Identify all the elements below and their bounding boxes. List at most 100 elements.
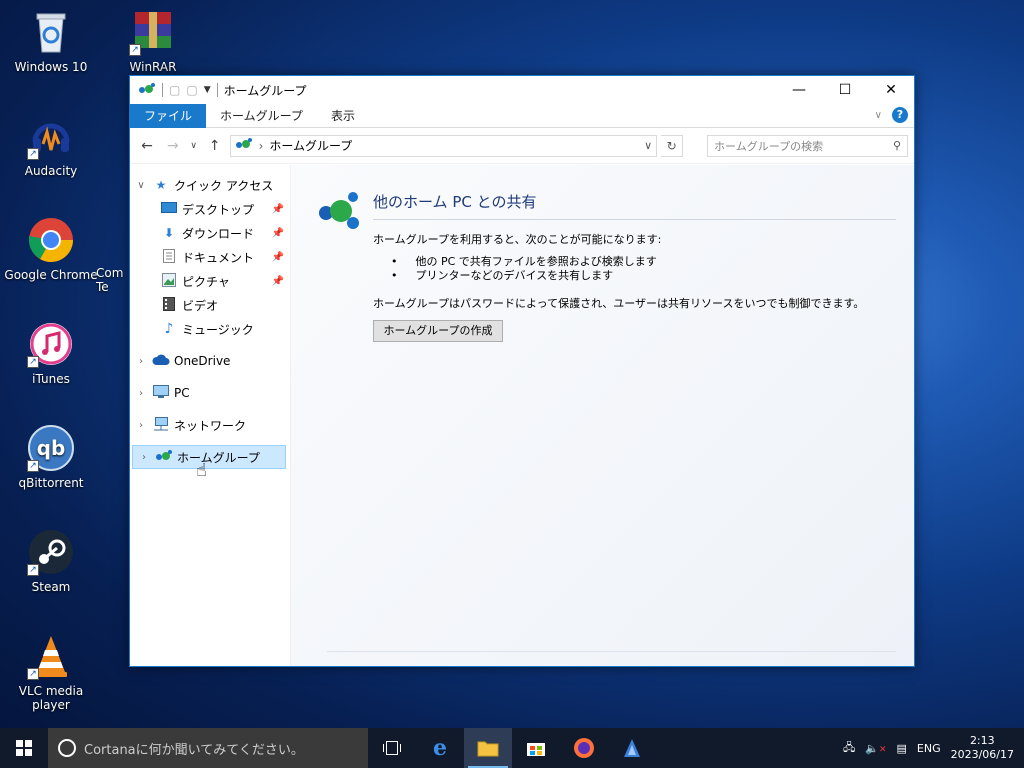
firefox-icon[interactable] xyxy=(560,728,608,768)
desktop-icon-qbittorrent[interactable]: qb ↗ qBittorrent xyxy=(1,424,101,490)
desktop-icon-windows10[interactable]: Windows 10 xyxy=(1,8,101,74)
forward-button[interactable]: → xyxy=(162,138,184,154)
desktop-icon-chrome[interactable]: Google Chrome xyxy=(1,216,101,282)
address-bar[interactable]: › ホームグループ ∨ xyxy=(229,134,658,157)
create-homegroup-button[interactable]: ホームグループの作成 xyxy=(373,320,503,342)
recent-locations-button[interactable]: ∨ xyxy=(188,141,200,151)
desktop-icon-partial[interactable]: Com Te xyxy=(96,266,132,294)
tab-file[interactable]: ファイル xyxy=(130,103,207,128)
document-icon xyxy=(160,248,178,266)
chevron-right-icon[interactable]: › xyxy=(130,388,152,399)
maximize-button[interactable]: ☐ xyxy=(822,76,868,104)
network-status-icon[interactable]: 🖧 xyxy=(843,739,855,758)
desktop-icon-label: WinRAR xyxy=(129,60,177,74)
divider xyxy=(327,651,896,652)
chevron-right-icon[interactable]: › xyxy=(259,139,264,153)
up-button[interactable]: ↑ xyxy=(204,138,226,154)
desktop-icon-label: Windows 10 xyxy=(14,60,88,74)
tab-view[interactable]: 表示 xyxy=(317,104,369,128)
time-text: 2:13 xyxy=(969,734,995,747)
windows-logo-icon xyxy=(16,740,32,756)
feature-list: • 他の PC で共有ファイルを参照および検索します • プリンターなどのデバイスを… xyxy=(391,255,657,283)
close-button[interactable]: ✕ xyxy=(868,76,914,104)
picture-icon xyxy=(160,272,178,290)
search-placeholder: ホームグループの検索 xyxy=(714,139,824,153)
sidebar-item-videos[interactable]: ビデオ xyxy=(130,293,290,317)
help-icon[interactable]: ? xyxy=(892,107,908,123)
desktop-icon-label: qBittorrent xyxy=(18,476,84,490)
homegroup-icon xyxy=(235,137,253,154)
desktop-icon-itunes[interactable]: ↗ iTunes xyxy=(1,320,101,386)
app-icon[interactable] xyxy=(608,728,656,768)
description-text: ホームグループを利用すると、次のことが可能になります: xyxy=(373,233,662,246)
desktop-folder-icon xyxy=(160,201,178,217)
sidebar-item-music[interactable]: ♪ ミュージック xyxy=(130,317,290,341)
back-button[interactable]: ← xyxy=(136,138,158,154)
hand-cursor-icon: ☝ xyxy=(196,460,207,481)
security-note: ホームグループはパスワードによって保護され、ユーザーは共有リソースをいつでも制御… xyxy=(373,297,865,310)
volume-muted-icon[interactable]: 🔈✕ xyxy=(865,742,886,755)
task-view-button[interactable] xyxy=(368,728,416,768)
sidebar-item-network[interactable]: › ネットワーク xyxy=(130,413,290,437)
edge-icon[interactable]: e xyxy=(416,728,464,768)
pin-icon: 📌 xyxy=(271,251,284,263)
address-path[interactable]: ホームグループ xyxy=(269,137,352,154)
sidebar-item-pictures[interactable]: ピクチャ 📌 xyxy=(130,269,290,293)
sidebar-item-label: ビデオ xyxy=(182,298,219,313)
sidebar-item-downloads[interactable]: ⬇ ダウンロード 📌 xyxy=(130,221,290,245)
title-bar[interactable]: ▢ ▢ ▼ ホームグループ — ☐ ✕ xyxy=(130,76,914,104)
desktop-icon-winrar[interactable]: ↗ WinRAR xyxy=(103,8,203,74)
customize-toolbar-icon[interactable]: ▼ xyxy=(204,85,211,95)
clock[interactable]: 2:13 2023/06/17 xyxy=(951,734,1014,762)
start-button[interactable] xyxy=(0,728,48,768)
desktop-icon-steam[interactable]: ↗ Steam xyxy=(1,528,101,594)
desktop-icon-vlc[interactable]: ↗ VLC media player xyxy=(1,632,101,712)
cortana-search-box[interactable]: Cortanaに何か聞いてみてください。 xyxy=(48,728,368,768)
quick-access-toolbar: ▢ ▢ ▼ xyxy=(130,82,218,99)
chevron-right-icon[interactable]: › xyxy=(130,420,152,431)
sidebar-item-documents[interactable]: ドキュメント 📌 xyxy=(130,245,290,269)
minimize-button[interactable]: — xyxy=(776,76,822,104)
new-folder-icon[interactable]: ▢ xyxy=(186,83,197,97)
chevron-down-icon[interactable]: ∨ xyxy=(644,139,652,152)
desktop-icon-audacity[interactable]: ↗ Audacity xyxy=(1,112,101,178)
store-icon[interactable] xyxy=(512,728,560,768)
search-icon: ⚲ xyxy=(892,139,901,152)
date-text: 2023/06/17 xyxy=(950,748,1014,761)
expand-ribbon-icon[interactable]: ∨ xyxy=(875,110,882,121)
properties-icon[interactable]: ▢ xyxy=(169,83,180,97)
chevron-right-icon[interactable]: › xyxy=(133,452,155,463)
window-title: ホームグループ xyxy=(223,83,307,98)
svg-text:qb: qb xyxy=(37,436,66,460)
sidebar-item-desktop[interactable]: デスクトップ 📌 xyxy=(130,197,290,221)
cortana-circle-icon xyxy=(58,739,76,757)
language-indicator[interactable]: ENG xyxy=(917,742,941,755)
vlc-icon: ↗ xyxy=(27,632,75,680)
sidebar-item-pc[interactable]: › PC xyxy=(130,381,290,405)
page-title: 他のホーム PC との共有 xyxy=(373,193,537,211)
desktop-icon-label: Com Te xyxy=(96,266,124,294)
search-input[interactable]: ホームグループの検索 ⚲ xyxy=(707,134,908,157)
itunes-icon: ↗ xyxy=(27,320,75,368)
sidebar-item-label: デスクトップ xyxy=(182,202,255,217)
music-note-icon: ♪ xyxy=(164,321,174,337)
refresh-button[interactable]: ↻ xyxy=(661,134,684,157)
sidebar-item-quick-access[interactable]: ∨ ★ クイック アクセス xyxy=(130,173,290,197)
file-explorer-icon[interactable] xyxy=(464,728,512,768)
explorer-window: ▢ ▢ ▼ ホームグループ — ☐ ✕ ファイル ホームグループ 表示 ∨ ? … xyxy=(129,75,915,667)
sidebar-item-label: ダウンロード xyxy=(182,226,255,241)
cloud-icon xyxy=(152,354,170,369)
cortana-placeholder: Cortanaに何か聞いてみてください。 xyxy=(84,742,304,758)
computer-icon xyxy=(152,384,170,402)
sidebar-item-onedrive[interactable]: › OneDrive xyxy=(130,349,290,373)
sidebar-item-homegroup[interactable]: › ホームグループ xyxy=(132,445,286,469)
sidebar-item-label: ミュージック xyxy=(182,322,254,337)
desktop-icon-label: iTunes xyxy=(32,372,70,386)
notification-icon[interactable]: ▤ xyxy=(896,742,906,755)
sidebar-item-label: OneDrive xyxy=(174,354,231,368)
download-icon: ⬇ xyxy=(163,226,175,240)
chevron-right-icon[interactable]: › xyxy=(130,356,152,367)
homegroup-icon xyxy=(155,449,173,466)
tab-homegroup[interactable]: ホームグループ xyxy=(206,104,317,128)
chevron-down-icon[interactable]: ∨ xyxy=(130,180,152,191)
